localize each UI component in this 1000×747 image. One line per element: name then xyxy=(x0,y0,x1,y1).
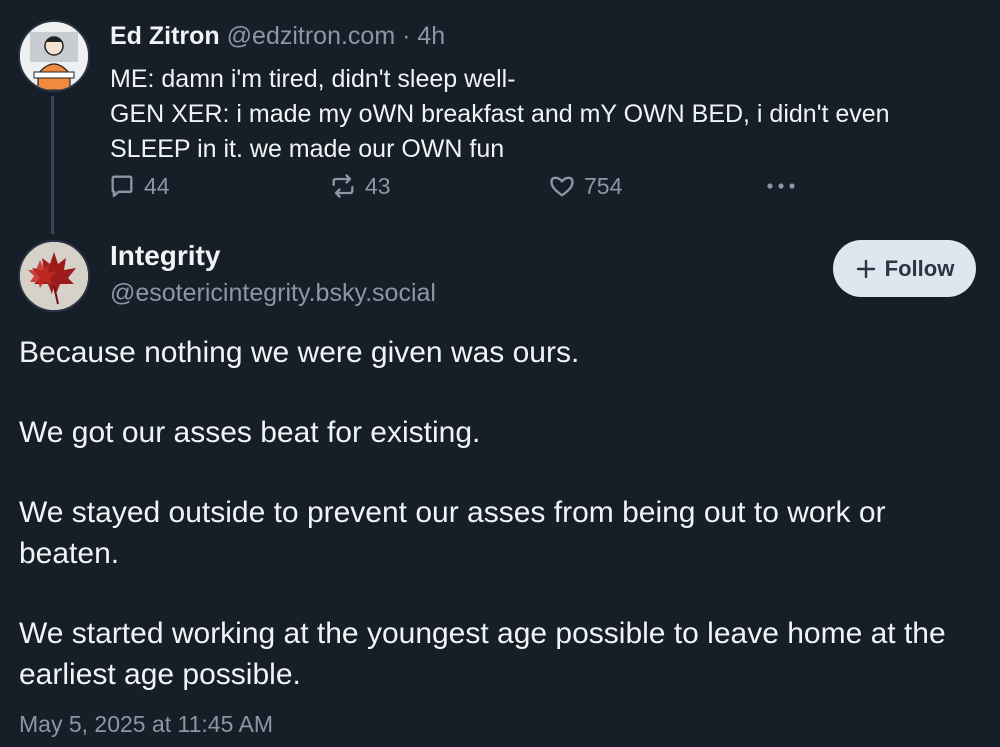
parent-text-line: SLEEP in it. we made our OWN fun xyxy=(110,135,505,163)
more-options-button[interactable] xyxy=(764,176,798,196)
maple-leaf-icon xyxy=(20,242,88,310)
main-post-paragraph: Because nothing we were given was ours. xyxy=(19,336,580,369)
heart-icon xyxy=(550,176,574,197)
main-author-avatar[interactable] xyxy=(18,240,90,312)
reply-button[interactable]: 44 xyxy=(108,172,170,200)
repost-count: 43 xyxy=(365,172,391,199)
ellipsis-icon xyxy=(767,183,795,189)
plus-icon xyxy=(856,259,875,278)
main-author-name[interactable]: Integrity xyxy=(110,240,220,272)
parent-text-line: ME: damn i'm tired, didn't sleep well- xyxy=(110,65,516,93)
speech-bubble-icon xyxy=(111,175,133,198)
parent-text-line: GEN XER: i made my oWN breakfast and mY … xyxy=(110,100,890,128)
parent-post-age[interactable]: 4h xyxy=(417,22,445,50)
parent-post-text: ME: damn i'm tired, didn't sleep well- G… xyxy=(110,62,960,167)
cartoon-portrait-icon xyxy=(20,22,88,90)
main-author-handle[interactable]: @esotericintegrity.bsky.social xyxy=(110,279,436,308)
parent-author-handle[interactable]: @edzitron.com xyxy=(227,22,396,50)
repost-arrows-icon xyxy=(332,174,354,198)
repost-button[interactable]: 43 xyxy=(329,172,391,200)
thread-connector-line xyxy=(51,96,54,234)
main-post-paragraph: We started working at the youngest age p… xyxy=(19,617,946,691)
like-count: 754 xyxy=(584,172,623,199)
follow-label: Follow xyxy=(884,255,955,281)
parent-post-header: Ed Zitron @edzitron.com · 4h xyxy=(110,22,445,51)
follow-button[interactable]: Follow xyxy=(833,240,976,297)
main-post-paragraph: We stayed outside to prevent our asses f… xyxy=(19,496,886,570)
parent-author-name[interactable]: Ed Zitron xyxy=(110,22,220,50)
main-post-paragraph: We got our asses beat for existing. xyxy=(19,416,481,449)
main-post-text: Because nothing we were given was ours. … xyxy=(19,332,984,734)
header-separator: · xyxy=(402,22,411,50)
parent-author-avatar[interactable] xyxy=(18,20,90,92)
post-timestamp[interactable]: May 5, 2025 at 11:45 AM xyxy=(19,711,273,738)
like-button[interactable]: 754 xyxy=(548,172,622,200)
reply-count: 44 xyxy=(144,172,170,199)
